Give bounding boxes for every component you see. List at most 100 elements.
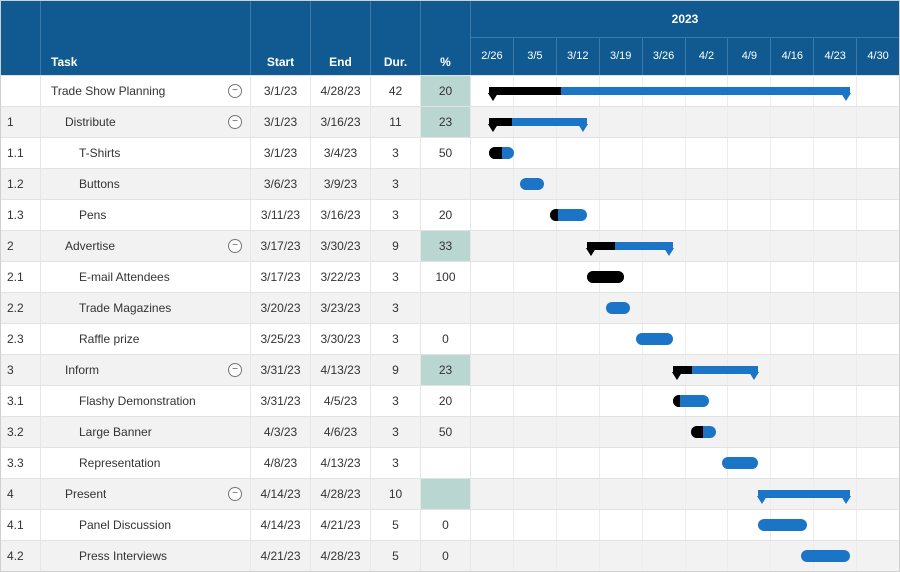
task-bar[interactable] — [489, 147, 513, 159]
row-end: 4/13/23 — [311, 448, 371, 478]
col-task-header[interactable]: Task — [41, 1, 251, 75]
task-progress — [550, 209, 557, 221]
task-label: Trade Magazines — [79, 301, 171, 315]
table-row[interactable]: 1.3Pens3/11/233/16/23320 — [1, 199, 899, 230]
task-bar[interactable] — [691, 426, 715, 438]
week-header: 2/26 — [471, 38, 514, 75]
row-task[interactable]: Inform − — [41, 355, 251, 385]
task-label: Trade Show Planning — [51, 84, 165, 98]
table-row[interactable]: 3.2Large Banner4/3/234/6/23350 — [1, 416, 899, 447]
table-row[interactable]: 3.1Flashy Demonstration3/31/234/5/23320 — [1, 385, 899, 416]
row-pct — [421, 293, 471, 323]
row-timeline — [471, 510, 899, 540]
row-task[interactable]: Raffle prize — [41, 324, 251, 354]
week-header: 3/5 — [514, 38, 557, 75]
row-dur: 3 — [371, 262, 421, 292]
task-bar[interactable] — [758, 519, 807, 531]
row-dur: 5 — [371, 510, 421, 540]
row-task[interactable]: Advertise − — [41, 231, 251, 261]
collapse-icon[interactable]: − — [228, 84, 242, 98]
task-bar[interactable] — [550, 209, 587, 221]
row-end: 3/9/23 — [311, 169, 371, 199]
gantt-body: Trade Show Planning−3/1/234/28/2342201Di… — [1, 75, 899, 571]
row-pct: 20 — [421, 386, 471, 416]
row-task[interactable]: Trade Magazines — [41, 293, 251, 323]
table-row[interactable]: 1.1T-Shirts3/1/233/4/23350 — [1, 137, 899, 168]
task-bar[interactable] — [673, 395, 710, 407]
summary-bar[interactable] — [758, 490, 850, 498]
row-task[interactable]: Buttons — [41, 169, 251, 199]
row-task[interactable]: Large Banner — [41, 417, 251, 447]
table-row[interactable]: 4Present−4/14/234/28/2310 — [1, 478, 899, 509]
row-task[interactable]: Distribute− — [41, 107, 251, 137]
row-start: 3/25/23 — [251, 324, 311, 354]
row-task[interactable]: Present − — [41, 479, 251, 509]
summary-bar[interactable] — [587, 242, 673, 250]
row-task[interactable]: Representation — [41, 448, 251, 478]
row-task[interactable]: Flashy Demonstration — [41, 386, 251, 416]
task-label: Advertise — [65, 239, 115, 253]
task-bar[interactable] — [520, 178, 544, 190]
collapse-icon[interactable]: − — [228, 363, 242, 377]
row-end: 3/4/23 — [311, 138, 371, 168]
task-label: Inform — [65, 363, 99, 377]
col-end-header[interactable]: End — [311, 1, 371, 75]
col-pct-header[interactable]: % — [421, 1, 471, 75]
row-task[interactable]: Pens — [41, 200, 251, 230]
summary-bar[interactable] — [489, 87, 850, 95]
row-task[interactable]: Trade Show Planning − — [41, 76, 251, 106]
table-row[interactable]: 2.3Raffle prize3/25/233/30/2330 — [1, 323, 899, 354]
task-bar[interactable] — [801, 550, 850, 562]
table-row[interactable]: Trade Show Planning−3/1/234/28/234220 — [1, 75, 899, 106]
row-id — [1, 76, 41, 106]
row-id: 1.2 — [1, 169, 41, 199]
table-row[interactable]: 1Distribute−3/1/233/16/231123 — [1, 106, 899, 137]
row-start: 4/8/23 — [251, 448, 311, 478]
row-start: 3/31/23 — [251, 355, 311, 385]
row-id: 1.1 — [1, 138, 41, 168]
table-row[interactable]: 4.2Press Interviews4/21/234/28/2350 — [1, 540, 899, 571]
row-task[interactable]: Press Interviews — [41, 541, 251, 571]
table-row[interactable]: 4.1Panel Discussion4/14/234/21/2350 — [1, 509, 899, 540]
row-end: 4/6/23 — [311, 417, 371, 447]
collapse-icon[interactable]: − — [228, 115, 242, 129]
row-timeline — [471, 355, 899, 385]
table-row[interactable]: 2.1E-mail Attendees3/17/233/22/233100 — [1, 261, 899, 292]
row-end: 4/5/23 — [311, 386, 371, 416]
row-task[interactable]: Panel Discussion — [41, 510, 251, 540]
row-end: 4/28/23 — [311, 479, 371, 509]
task-bar[interactable] — [722, 457, 759, 469]
table-row[interactable]: 2.2Trade Magazines3/20/233/23/233 — [1, 292, 899, 323]
week-header: 3/19 — [600, 38, 643, 75]
row-id: 1.3 — [1, 200, 41, 230]
row-pct: 23 — [421, 107, 471, 137]
row-task[interactable]: T-Shirts — [41, 138, 251, 168]
col-start-header[interactable]: Start — [251, 1, 311, 75]
task-progress — [587, 271, 624, 283]
table-row[interactable]: 3.3Representation4/8/234/13/233 — [1, 447, 899, 478]
collapse-icon[interactable]: − — [228, 487, 242, 501]
task-bar[interactable] — [587, 271, 624, 283]
row-dur: 10 — [371, 479, 421, 509]
task-label: Flashy Demonstration — [79, 394, 196, 408]
row-timeline — [471, 417, 899, 447]
col-dur-header[interactable]: Dur. — [371, 1, 421, 75]
row-pct: 33 — [421, 231, 471, 261]
table-row[interactable]: 2Advertise−3/17/233/30/23933 — [1, 230, 899, 261]
task-label: Pens — [79, 208, 106, 222]
summary-progress — [673, 366, 693, 374]
timeline-year: 2023 — [471, 1, 899, 38]
row-timeline — [471, 324, 899, 354]
row-task[interactable]: E-mail Attendees — [41, 262, 251, 292]
task-bar[interactable] — [606, 302, 630, 314]
task-label: Present — [65, 487, 106, 501]
summary-bar[interactable] — [489, 118, 587, 126]
table-row[interactable]: 3Inform−3/31/234/13/23923 — [1, 354, 899, 385]
collapse-icon[interactable]: − — [228, 239, 242, 253]
table-row[interactable]: 1.2Buttons3/6/233/9/233 — [1, 168, 899, 199]
row-timeline — [471, 169, 899, 199]
task-label: Representation — [79, 456, 160, 470]
row-end: 4/28/23 — [311, 541, 371, 571]
summary-bar[interactable] — [673, 366, 759, 374]
task-bar[interactable] — [636, 333, 673, 345]
